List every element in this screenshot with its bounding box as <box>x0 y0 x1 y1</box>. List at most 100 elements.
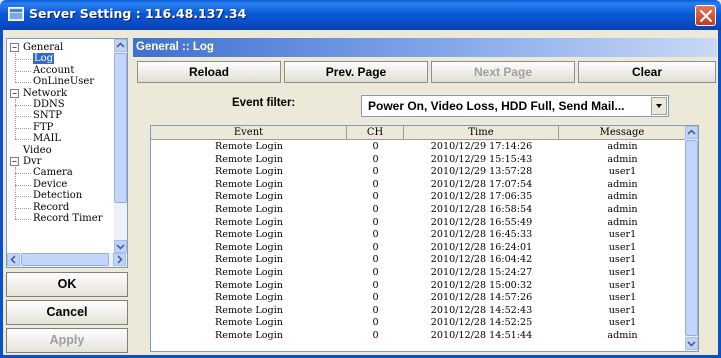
ch-cell: 0 <box>372 178 379 190</box>
tree-horizontal-scrollbar[interactable] <box>7 253 127 267</box>
time-cell: 2010/12/29 17:14:26 <box>430 141 533 152</box>
message-cell: user1 <box>608 317 637 329</box>
table-row[interactable]: Remote Login 0 2010/12/28 16:04:42 user1 <box>151 254 686 267</box>
chevron-left-icon <box>10 255 16 264</box>
tree-scroll-thumb[interactable] <box>114 53 127 203</box>
table-row[interactable]: Remote Login 0 2010/12/29 17:14:26 admin <box>151 141 686 154</box>
chevron-down-icon <box>116 244 125 250</box>
message-cell: user1 <box>608 166 637 178</box>
tree-item-log[interactable]: Log <box>33 53 55 65</box>
tree-toggle-general[interactable]: − <box>10 43 19 52</box>
column-header-message[interactable]: Message <box>559 126 686 140</box>
scroll-left-button[interactable] <box>7 253 20 266</box>
table-row[interactable]: Remote Login 0 2010/12/28 14:52:25 user1 <box>151 317 686 330</box>
tree-item-mail[interactable]: MAIL <box>33 133 61 144</box>
message-cell: admin <box>607 178 638 190</box>
ch-cell: 0 <box>372 292 379 304</box>
tree-guide-line <box>15 98 16 140</box>
tree-connector <box>15 70 31 72</box>
column-header-event[interactable]: Event <box>151 126 347 140</box>
tree-vertical-scrollbar[interactable] <box>114 39 127 254</box>
table-row[interactable]: Remote Login 0 2010/12/28 16:58:54 admin <box>151 204 686 217</box>
time-cell: 2010/12/28 17:07:54 <box>430 178 533 190</box>
table-row[interactable]: Remote Login 0 2010/12/28 16:55:49 admin <box>151 217 686 230</box>
tree-item-ftp[interactable]: FTP <box>33 122 53 133</box>
dropdown-button[interactable] <box>651 97 667 115</box>
tree-item-label: Camera <box>33 167 73 179</box>
table-row[interactable]: Remote Login 0 2010/12/28 14:52:43 user1 <box>151 305 686 318</box>
event-cell: Remote Login <box>215 330 283 341</box>
tree-item-record-timer[interactable]: Record Timer <box>33 213 102 224</box>
prev-page-button[interactable]: Prev. Page <box>284 61 428 83</box>
column-header-ch[interactable]: CH <box>347 126 404 140</box>
table-row[interactable]: Remote Login 0 2010/12/28 15:00:32 user1 <box>151 280 686 293</box>
ok-button[interactable]: OK <box>6 272 128 297</box>
tree-item-account[interactable]: Account <box>33 65 74 76</box>
time-cell: 2010/12/28 16:58:54 <box>430 204 533 215</box>
tree-hscroll-thumb[interactable] <box>21 253 109 266</box>
reload-button[interactable]: Reload <box>137 61 281 83</box>
log-vertical-scrollbar[interactable] <box>685 126 698 351</box>
scroll-down-button[interactable] <box>114 240 127 253</box>
tree-item-sntp[interactable]: SNTP <box>33 110 62 121</box>
log-scroll-thumb[interactable] <box>685 140 698 336</box>
cancel-button[interactable]: Cancel <box>6 300 128 325</box>
event-filter-select[interactable]: Power On, Video Loss, HDD Full, Send Mai… <box>361 95 669 117</box>
table-row[interactable]: Remote Login 0 2010/12/28 14:57:26 user1 <box>151 292 686 305</box>
event-cell: Remote Login <box>215 216 283 228</box>
column-header-time[interactable]: Time <box>404 126 559 140</box>
event-cell: Remote Login <box>215 292 283 304</box>
table-row[interactable]: Remote Login 0 2010/12/29 15:15:43 admin <box>151 154 686 167</box>
tree-item-network[interactable]: Network <box>23 88 67 99</box>
time-cell: 2010/12/28 16:45:33 <box>430 229 533 241</box>
table-row[interactable]: Remote Login 0 2010/12/29 13:57:28 user1 <box>151 166 686 179</box>
tree-item-record[interactable]: Record <box>33 202 69 213</box>
scroll-down-button[interactable] <box>685 337 698 350</box>
table-row[interactable]: Remote Login 0 2010/12/28 15:24:27 user1 <box>151 267 686 280</box>
tree-connector <box>15 82 31 84</box>
table-row[interactable]: Remote Login 0 2010/12/28 14:51:44 admin <box>151 330 686 343</box>
log-table[interactable]: Event CH Time Message Remote Login 0 2010/… <box>150 125 699 352</box>
event-filter-label: Event filter: <box>232 97 296 109</box>
event-cell: Remote Login <box>215 317 283 329</box>
tree-item-ddns[interactable]: DDNS <box>33 99 65 110</box>
chevron-right-icon <box>117 255 123 264</box>
chevron-down-icon <box>656 104 662 108</box>
tree-item-camera[interactable]: Camera <box>33 167 73 178</box>
table-row[interactable]: Remote Login 0 2010/12/28 16:45:33 user1 <box>151 229 686 242</box>
ch-cell: 0 <box>372 254 379 266</box>
time-cell: 2010/12/28 14:52:43 <box>430 304 533 316</box>
tree-item-video[interactable]: Video <box>23 145 52 156</box>
close-button[interactable] <box>695 5 716 26</box>
time-cell: 2010/12/28 17:06:35 <box>430 191 533 203</box>
clear-button[interactable]: Clear <box>578 61 716 83</box>
tree-item-general[interactable]: General <box>23 42 63 53</box>
window-title: Server Setting : 116.48.137.34 <box>29 6 247 21</box>
tree-item-label: Network <box>23 87 68 99</box>
message-cell: admin <box>607 330 638 341</box>
message-cell: admin <box>607 216 638 228</box>
message-cell: user1 <box>608 229 637 241</box>
next-page-button[interactable]: Next Page <box>431 61 575 83</box>
tree-item-dvr[interactable]: Dvr <box>23 156 41 167</box>
scroll-up-button[interactable] <box>685 126 698 139</box>
tree-item-label: Account <box>33 64 75 76</box>
apply-button[interactable]: Apply <box>6 328 128 353</box>
tree-item-detection[interactable]: Detection <box>33 190 82 201</box>
table-row[interactable]: Remote Login 0 2010/12/28 17:06:35 admin <box>151 191 686 204</box>
scroll-up-button[interactable] <box>114 39 127 52</box>
scroll-right-button[interactable] <box>113 253 126 266</box>
title-bar[interactable]: Server Setting : 116.48.137.34 <box>0 0 721 30</box>
message-cell: admin <box>607 153 638 165</box>
table-row[interactable]: Remote Login 0 2010/12/28 16:24:01 user1 <box>151 242 686 255</box>
table-row[interactable]: Remote Login 0 2010/12/28 17:07:54 admin <box>151 179 686 192</box>
tree-item-device[interactable]: Device <box>33 179 67 190</box>
tree-item-label: DDNS <box>33 99 65 110</box>
tree-toggle-dvr[interactable]: − <box>10 157 19 166</box>
chevron-down-icon <box>687 341 696 347</box>
settings-tree[interactable]: − General Log Account OnLineUser − Network DDNS… <box>6 38 128 268</box>
tree-toggle-network[interactable]: − <box>10 88 19 98</box>
ch-cell: 0 <box>372 191 379 203</box>
tree-item-onlineuser[interactable]: OnLineUser <box>33 76 94 87</box>
tree-item-label: Device <box>33 178 68 190</box>
